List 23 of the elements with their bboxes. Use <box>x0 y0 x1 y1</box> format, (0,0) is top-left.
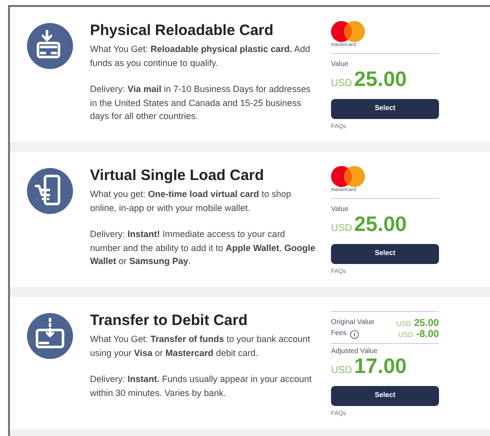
currency-label: USD <box>331 79 352 89</box>
price-amount: 25.00 <box>354 214 407 235</box>
phone-cart-icon <box>27 168 73 214</box>
currency-label: USD <box>331 366 352 376</box>
price-amount: 25.00 <box>354 69 407 90</box>
download-card-icon <box>27 23 73 69</box>
line-amount: 25.00 <box>414 317 439 330</box>
mastercard-logo-icon <box>331 166 365 187</box>
currency-label: USD <box>331 224 352 234</box>
delivery-text: Delivery: Via mail in 7-10 Business Days for addresses in the United States and Canada and 15-25 business days for all other countries. <box>90 83 312 123</box>
mastercard-logo-icon <box>331 21 365 42</box>
card-title: Transfer to Debit Card <box>90 311 249 331</box>
card-transfer-icon <box>27 313 73 359</box>
line-amount: -8.00 <box>416 328 439 342</box>
delivery-text: Delivery: Instant! Immediate access to your card number and the ability to add it to Apple Wallet, Google Wallet or Samsung Pay. <box>90 228 316 268</box>
card-description: What you get: One-time load virtual card to shop online, in-app or with your mobile wallet. <box>90 188 292 215</box>
info-icon[interactable] <box>350 330 359 339</box>
price-amount: 17.00 <box>354 356 407 377</box>
delivery-text: Delivery: Instant. Funds usually appear in your account within 30 minutes. Varies by bank. <box>90 373 313 400</box>
card-description: What You Get: Reloadable physical plastic card. Add funds as you continue to qualify. <box>90 43 312 70</box>
card-title: Virtual Single Load Card <box>90 166 265 186</box>
card-title: Physical Reloadable Card <box>90 21 274 41</box>
card-description: What You Get: Transfer of funds to your bank account using your Visa or Mastercard debit card. <box>90 333 312 360</box>
